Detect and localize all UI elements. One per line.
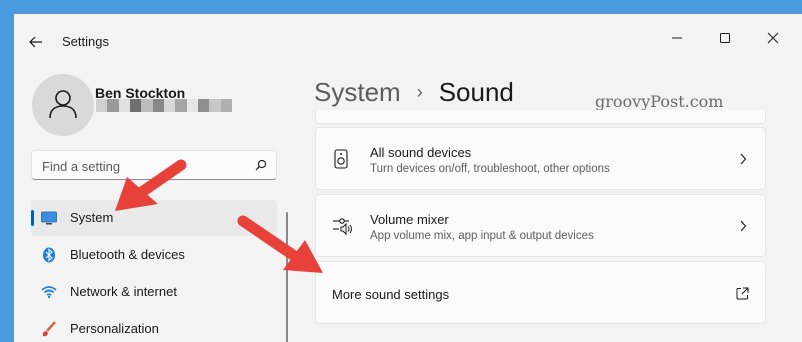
app-title: Settings (62, 34, 109, 49)
card-title: All sound devices (370, 145, 472, 160)
card-subtitle: App volume mix, app input & output devic… (370, 230, 594, 242)
close-icon (767, 32, 779, 44)
sidebar-item-system[interactable]: System (31, 200, 277, 236)
sidebar-item-network[interactable]: Network & internet (31, 274, 277, 310)
wifi-icon (41, 286, 57, 299)
close-button[interactable] (759, 24, 787, 52)
bluetooth-icon (43, 247, 55, 263)
back-arrow-icon (29, 36, 42, 48)
title-bar: Settings (14, 14, 802, 70)
search-input[interactable] (40, 156, 244, 176)
user-icon (49, 90, 77, 119)
speaker-icon (334, 149, 348, 169)
card-more-sound-settings[interactable]: More sound settings (315, 261, 766, 324)
card-all-sound-devices[interactable]: All sound devices Turn devices on/off, t… (315, 127, 766, 190)
watermark: groovyPost.com (595, 92, 724, 111)
chevron-right-icon (740, 220, 747, 232)
selection-indicator (31, 210, 34, 226)
external-link-icon (736, 287, 749, 300)
minimize-icon (672, 37, 682, 39)
card-title: Volume mixer (370, 212, 449, 227)
search-box[interactable] (31, 150, 277, 180)
sidebar-item-label: System (70, 210, 114, 225)
sidebar-item-label: Bluetooth & devices (70, 247, 185, 262)
monitor-icon (41, 211, 57, 225)
breadcrumb: System › Sound (314, 72, 514, 112)
settings-window: Settings Ben Stockton Find a setting Sys… (13, 13, 802, 342)
sidebar-item-label: Network & internet (70, 284, 177, 299)
breadcrumb-parent-link[interactable]: System (314, 77, 401, 108)
card-subtitle: Turn devices on/off, troubleshoot, other… (370, 163, 610, 175)
sidebar-item-label: Personalization (70, 321, 159, 336)
settings-card-partial[interactable] (315, 110, 766, 124)
search-icon (255, 159, 267, 171)
back-button[interactable] (26, 32, 46, 52)
brush-icon (42, 321, 56, 337)
profile-email-redacted (96, 99, 232, 112)
maximize-icon (720, 33, 730, 43)
chevron-right-icon (740, 153, 747, 165)
page-title: Sound (438, 76, 514, 107)
avatar[interactable] (32, 74, 94, 136)
sidebar-item-bluetooth[interactable]: Bluetooth & devices (31, 237, 277, 273)
sidebar-item-personalization[interactable]: Personalization (31, 311, 277, 342)
card-title: More sound settings (332, 287, 450, 302)
breadcrumb-separator: › (416, 81, 423, 102)
mixer-icon (333, 218, 352, 236)
sidebar-scrollbar[interactable] (286, 212, 288, 342)
minimize-button[interactable] (663, 24, 691, 52)
card-volume-mixer[interactable]: Volume mixer App volume mix, app input &… (315, 194, 766, 257)
maximize-button[interactable] (711, 24, 739, 52)
